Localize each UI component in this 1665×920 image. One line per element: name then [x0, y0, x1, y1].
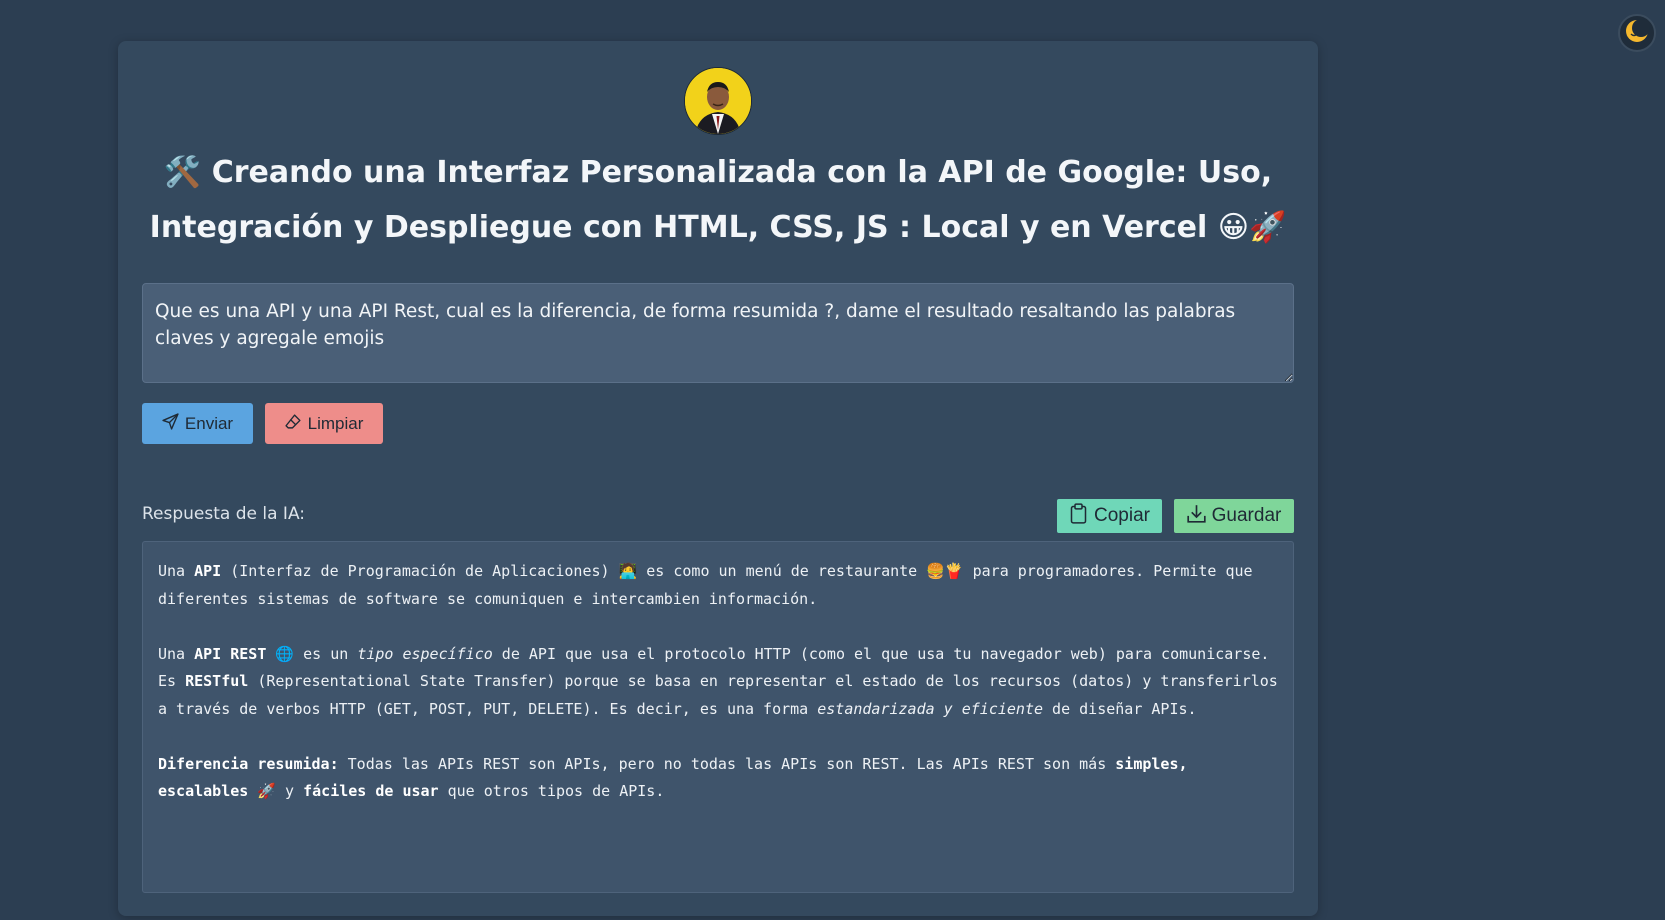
send-icon [162, 412, 179, 435]
page-title: 🛠️ Creando una Interfaz Personalizada co… [149, 155, 1287, 245]
keyword-faciles-de-usar: fáciles de usar [303, 782, 439, 800]
eraser-icon [284, 413, 302, 435]
theme-toggle-button[interactable] [1618, 14, 1656, 52]
avatar [684, 67, 752, 135]
copy-button[interactable]: Copiar [1057, 499, 1162, 533]
emphasis-tipo-especifico: tipo específico [357, 644, 493, 663]
prompt-input[interactable]: Que es una API y una API Rest, cual es l… [142, 283, 1294, 383]
response-label: Respuesta de la IA: [142, 504, 306, 524]
copy-button-label: Copiar [1094, 505, 1150, 526]
main-card: 🛠️ Creando una Interfaz Personalizada co… [118, 41, 1318, 916]
response-box: Una API (Interfaz de Programación de Apl… [142, 541, 1294, 893]
clear-button[interactable]: Limpiar [265, 403, 383, 444]
save-button[interactable]: Guardar [1174, 499, 1294, 533]
response-paragraph-api: Una API (Interfaz de Programación de Apl… [158, 562, 1253, 608]
emphasis-estandarizada: estandarizada y eficiente [817, 699, 1044, 718]
keyword-api-rest: API REST [194, 644, 267, 663]
download-icon [1186, 504, 1206, 529]
response-paragraph-difference: Diferencia resumida: Todas las APIs REST… [158, 754, 1188, 801]
save-button-label: Guardar [1211, 505, 1282, 526]
send-button[interactable]: Enviar [142, 403, 253, 444]
clipboard-icon [1069, 502, 1088, 530]
keyword-diferencia: Diferencia resumida: [158, 754, 339, 773]
send-button-label: Enviar [184, 413, 234, 433]
clear-button-label: Limpiar [307, 413, 364, 433]
keyword-api: API [194, 562, 222, 580]
keyword-restful: RESTful [185, 672, 249, 690]
response-paragraph-api-rest: Una API REST 🌐 es un tipo específico de … [158, 644, 1278, 718]
moon-icon [1624, 18, 1650, 49]
